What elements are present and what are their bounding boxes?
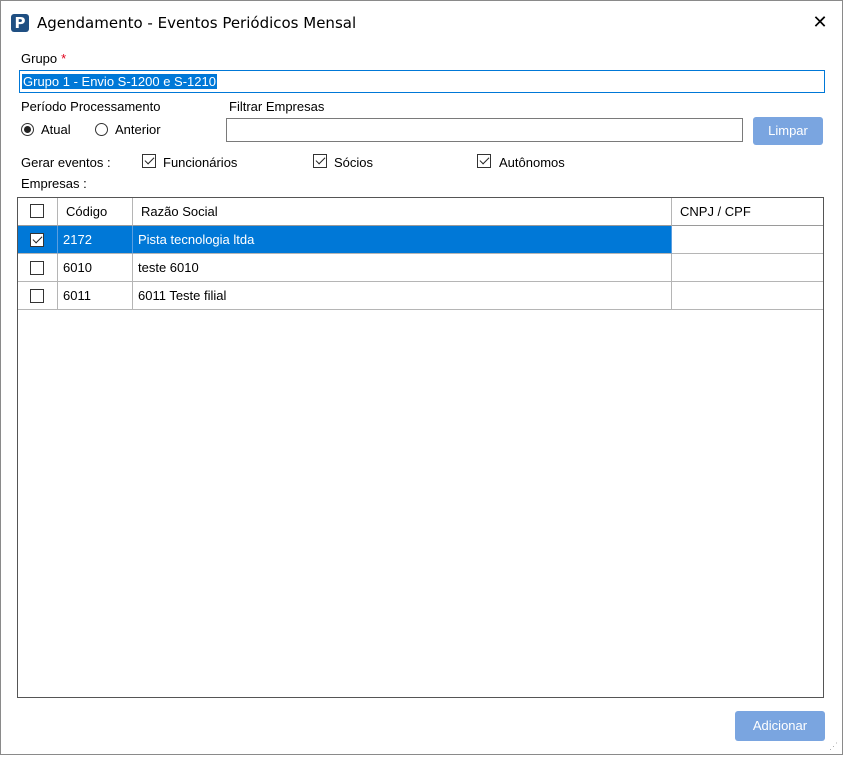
title-bar: P Agendamento - Eventos Periódicos Mensa… <box>1 1 842 43</box>
close-button[interactable]: ✕ <box>806 9 834 37</box>
cell-cnpj <box>672 282 823 310</box>
row-checkbox[interactable] <box>30 233 44 247</box>
cell-codigo: 6010 <box>58 254 133 282</box>
select-all-checkbox[interactable] <box>30 204 44 218</box>
column-header-razao-social[interactable]: Razão Social <box>133 198 672 226</box>
resize-grip-icon[interactable]: ⋰ <box>829 741 839 751</box>
periodo-label: Período Processamento <box>21 99 161 114</box>
limpar-button[interactable]: Limpar <box>753 117 823 145</box>
row-select-cell <box>18 254 58 282</box>
row-select-cell <box>18 282 58 310</box>
radio-atual[interactable] <box>21 123 34 136</box>
funcionarios-label: Funcionários <box>163 155 238 170</box>
cell-razao-social: 6011 Teste filial <box>133 282 672 310</box>
cell-cnpj <box>672 254 823 282</box>
column-header-cnpj-cpf[interactable]: CNPJ / CPF <box>672 198 823 226</box>
empresas-grid[interactable]: Código Razão Social CNPJ / CPF 2172 Pist… <box>17 197 824 698</box>
cell-razao-social: teste 6010 <box>133 254 672 282</box>
filtrar-empresas-input[interactable] <box>226 118 743 142</box>
socios-checkbox[interactable] <box>313 154 327 168</box>
header-select-cell <box>18 198 58 226</box>
radio-anterior-label: Anterior <box>115 122 161 137</box>
column-header-codigo[interactable]: Código <box>58 198 133 226</box>
gerar-eventos-label: Gerar eventos : <box>21 155 111 170</box>
cell-cnpj <box>672 226 823 254</box>
autonomos-label: Autônomos <box>499 155 565 170</box>
grupo-label: Grupo * <box>21 51 66 66</box>
socios-label: Sócios <box>334 155 374 170</box>
cell-razao-social: Pista tecnologia ltda <box>133 226 672 254</box>
row-checkbox[interactable] <box>30 289 44 303</box>
table-row[interactable]: 2172 Pista tecnologia ltda <box>18 226 823 254</box>
cell-codigo: 6011 <box>58 282 133 310</box>
grupo-label-text: Grupo <box>21 51 58 66</box>
grid-header-row: Código Razão Social CNPJ / CPF <box>18 198 823 226</box>
window-title: Agendamento - Eventos Periódicos Mensal <box>37 14 357 32</box>
adicionar-button[interactable]: Adicionar <box>735 711 825 741</box>
grupo-input-value: Grupo 1 - Envio S-1200 e S-1210 <box>22 74 217 89</box>
row-checkbox[interactable] <box>30 261 44 275</box>
cell-codigo: 2172 <box>58 226 133 254</box>
table-row[interactable]: 6010 teste 6010 <box>18 254 823 282</box>
required-mark: * <box>61 51 67 66</box>
filtrar-empresas-label: Filtrar Empresas <box>229 99 325 114</box>
funcionarios-checkbox[interactable] <box>142 154 156 168</box>
grupo-input[interactable]: Grupo 1 - Envio S-1200 e S-1210 <box>19 70 825 93</box>
radio-atual-label: Atual <box>41 122 71 137</box>
radio-anterior[interactable] <box>95 123 108 136</box>
row-select-cell <box>18 226 58 254</box>
app-logo-icon: P <box>11 14 29 32</box>
table-row[interactable]: 6011 6011 Teste filial <box>18 282 823 310</box>
dialog-window: P Agendamento - Eventos Periódicos Mensa… <box>0 0 843 755</box>
autonomos-checkbox[interactable] <box>477 154 491 168</box>
empresas-label: Empresas : <box>21 176 87 191</box>
